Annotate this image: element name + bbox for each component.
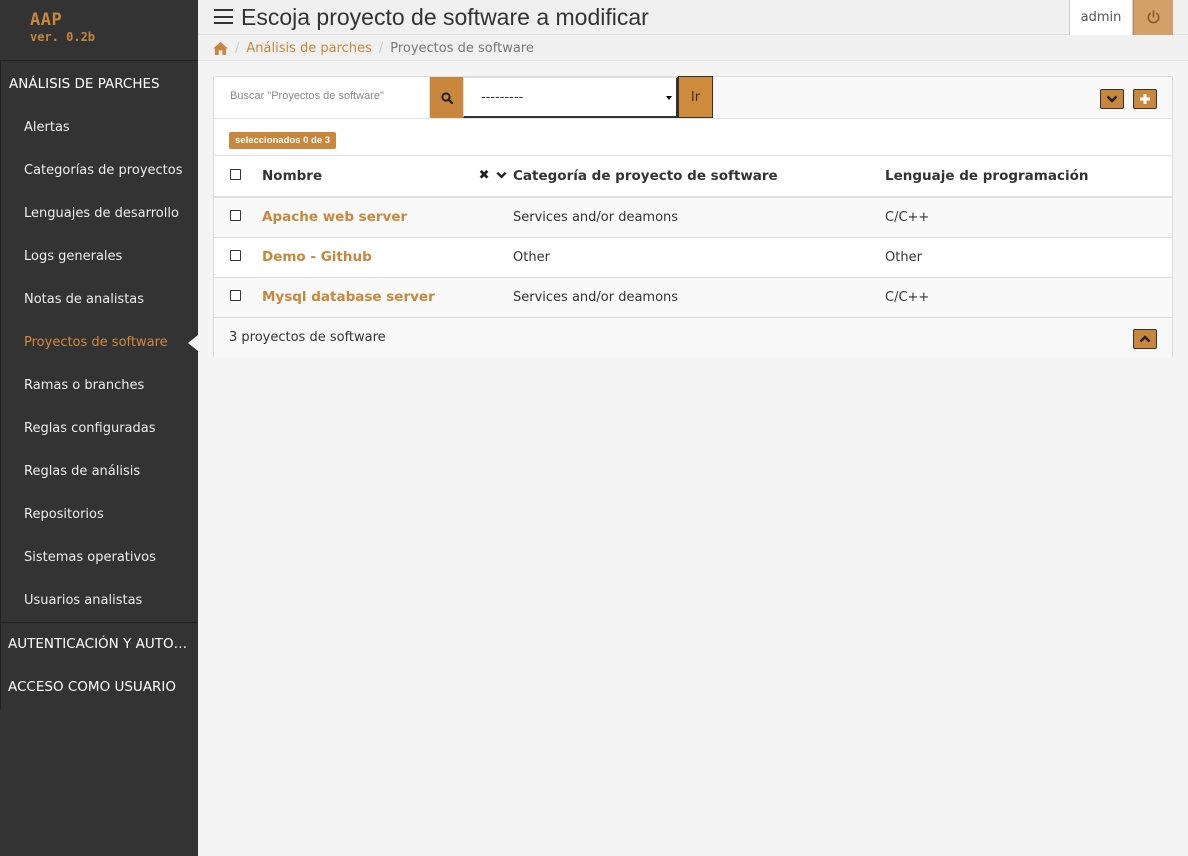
table-header: Nombre ✖ Categoría de proyecto de softwa… <box>214 156 1172 198</box>
sidebar-item-lenguajes[interactable]: Lenguajes de desarrollo <box>0 192 198 235</box>
scroll-top-button[interactable] <box>1133 328 1157 349</box>
brand-version: ver. 0.2b <box>30 30 96 44</box>
column-name[interactable]: Nombre ✖ <box>262 156 513 198</box>
home-icon[interactable] <box>213 41 228 55</box>
row-select-cell <box>214 197 262 238</box>
row-name-cell: Apache web server <box>262 197 513 238</box>
chevron-down-icon <box>1106 95 1118 103</box>
sidebar: AAP ver. 0.2b ANÁLISIS DE PARCHES Alerta… <box>0 0 198 856</box>
page-title: Escoja proyecto de software a modificar <box>241 4 649 30</box>
results-table: Nombre ✖ Categoría de proyecto de softwa… <box>214 156 1172 318</box>
search-input[interactable]: Buscar "Proyectos de software" <box>214 77 430 118</box>
row-category: Other <box>513 237 885 278</box>
changelist-panel: Buscar "Proyectos de software" ---------… <box>213 76 1173 358</box>
sidebar-section-access[interactable]: ACCESO COMO USUARIO <box>0 666 198 709</box>
sidebar-item-proyectos[interactable]: Proyectos de software <box>0 321 198 364</box>
sidebar-item-repositorios[interactable]: Repositorios <box>0 493 198 536</box>
column-language[interactable]: Lenguaje de programación <box>885 156 1172 198</box>
action-select-value: --------- <box>481 90 524 105</box>
sidebar-item-sistemas[interactable]: Sistemas operativos <box>0 536 198 579</box>
table-row: Apache web server Services and/or deamon… <box>214 197 1172 238</box>
hamburger-icon[interactable] <box>214 9 233 25</box>
remove-sort-icon[interactable]: ✖ <box>479 168 490 183</box>
toolbar: Buscar "Proyectos de software" ---------… <box>214 76 1172 119</box>
row-checkbox[interactable] <box>230 209 241 221</box>
breadcrumb: / Análisis de parches / Proyectos de sof… <box>198 36 1188 61</box>
chevron-down-icon[interactable] <box>496 171 507 179</box>
table-row: Mysql database server Services and/or de… <box>214 277 1172 318</box>
row-language: C/C++ <box>885 277 1172 318</box>
sidebar-item-ramas[interactable]: Ramas o branches <box>0 364 198 407</box>
row-checkbox[interactable] <box>230 289 241 301</box>
column-category[interactable]: Categoría de proyecto de software <box>513 156 885 198</box>
sidebar-item-notas[interactable]: Notas de analistas <box>0 278 198 321</box>
row-name-cell: Demo - Github <box>262 237 513 278</box>
sort-controls[interactable]: ✖ <box>479 168 507 183</box>
row-name-link[interactable]: Mysql database server <box>262 289 435 305</box>
top-bar: Escoja proyecto de software a modificar … <box>198 0 1188 35</box>
sidebar-item-alertas[interactable]: Alertas <box>0 106 198 149</box>
add-button[interactable] <box>1133 89 1157 109</box>
row-category: Services and/or deamons <box>513 197 885 238</box>
sidebar-item-usuarios[interactable]: Usuarios analistas <box>0 579 198 622</box>
sidebar-item-reglas-configuradas[interactable]: Reglas configuradas <box>0 407 198 450</box>
collapse-filters-button[interactable] <box>1100 89 1124 109</box>
power-icon <box>1147 10 1160 24</box>
brand[interactable]: AAP ver. 0.2b <box>0 0 198 61</box>
search-icon <box>440 91 453 104</box>
breadcrumb-section[interactable]: Análisis de parches <box>246 41 371 56</box>
sidebar-section-auth[interactable]: AUTENTICACIÓN Y AUTORIZACIÓN <box>0 623 198 666</box>
sidebar-item-categorias[interactable]: Categorías de proyectos <box>0 149 198 192</box>
nav-group-analisis: ANÁLISIS DE PARCHES Alertas Categorías d… <box>0 61 198 623</box>
brand-logo[interactable]: AAP <box>30 12 198 29</box>
search-button[interactable] <box>430 77 463 118</box>
results-footer: 3 proyectos de software <box>214 317 1172 358</box>
user-menu[interactable]: admin <box>1069 0 1133 35</box>
select-all-checkbox[interactable] <box>230 169 241 180</box>
row-language: C/C++ <box>885 197 1172 238</box>
row-select-cell <box>214 237 262 278</box>
sidebar-item-logs[interactable]: Logs generales <box>0 235 198 278</box>
row-select-cell <box>214 277 262 318</box>
row-language: Other <box>885 237 1172 278</box>
go-button[interactable]: Ir <box>678 76 713 118</box>
chevron-down-icon <box>666 96 672 100</box>
sidebar-section-analisis[interactable]: ANÁLISIS DE PARCHES <box>0 61 198 106</box>
action-select[interactable]: --------- <box>463 77 678 118</box>
row-name-link[interactable]: Demo - Github <box>262 249 372 265</box>
selection-badge: seleccionados 0 de 3 <box>229 132 337 149</box>
column-name-label: Nombre <box>262 168 323 184</box>
plus-icon <box>1140 94 1150 104</box>
row-category: Services and/or deamons <box>513 277 885 318</box>
table-row: Demo - Github Other Other <box>214 237 1172 278</box>
breadcrumb-separator: / <box>378 40 384 56</box>
breadcrumb-current: Proyectos de software <box>390 40 534 56</box>
select-all-cell <box>214 156 262 198</box>
results-count: 3 proyectos de software <box>229 329 386 345</box>
row-name-link[interactable]: Apache web server <box>262 209 407 225</box>
sidebar-item-reglas-analisis[interactable]: Reglas de análisis <box>0 450 198 493</box>
row-name-cell: Mysql database server <box>262 277 513 318</box>
row-checkbox[interactable] <box>230 249 241 261</box>
logout-button[interactable] <box>1133 0 1173 35</box>
selection-status: seleccionados 0 de 3 <box>214 119 1172 156</box>
chevron-up-icon <box>1139 334 1151 342</box>
breadcrumb-separator: / <box>235 40 240 56</box>
